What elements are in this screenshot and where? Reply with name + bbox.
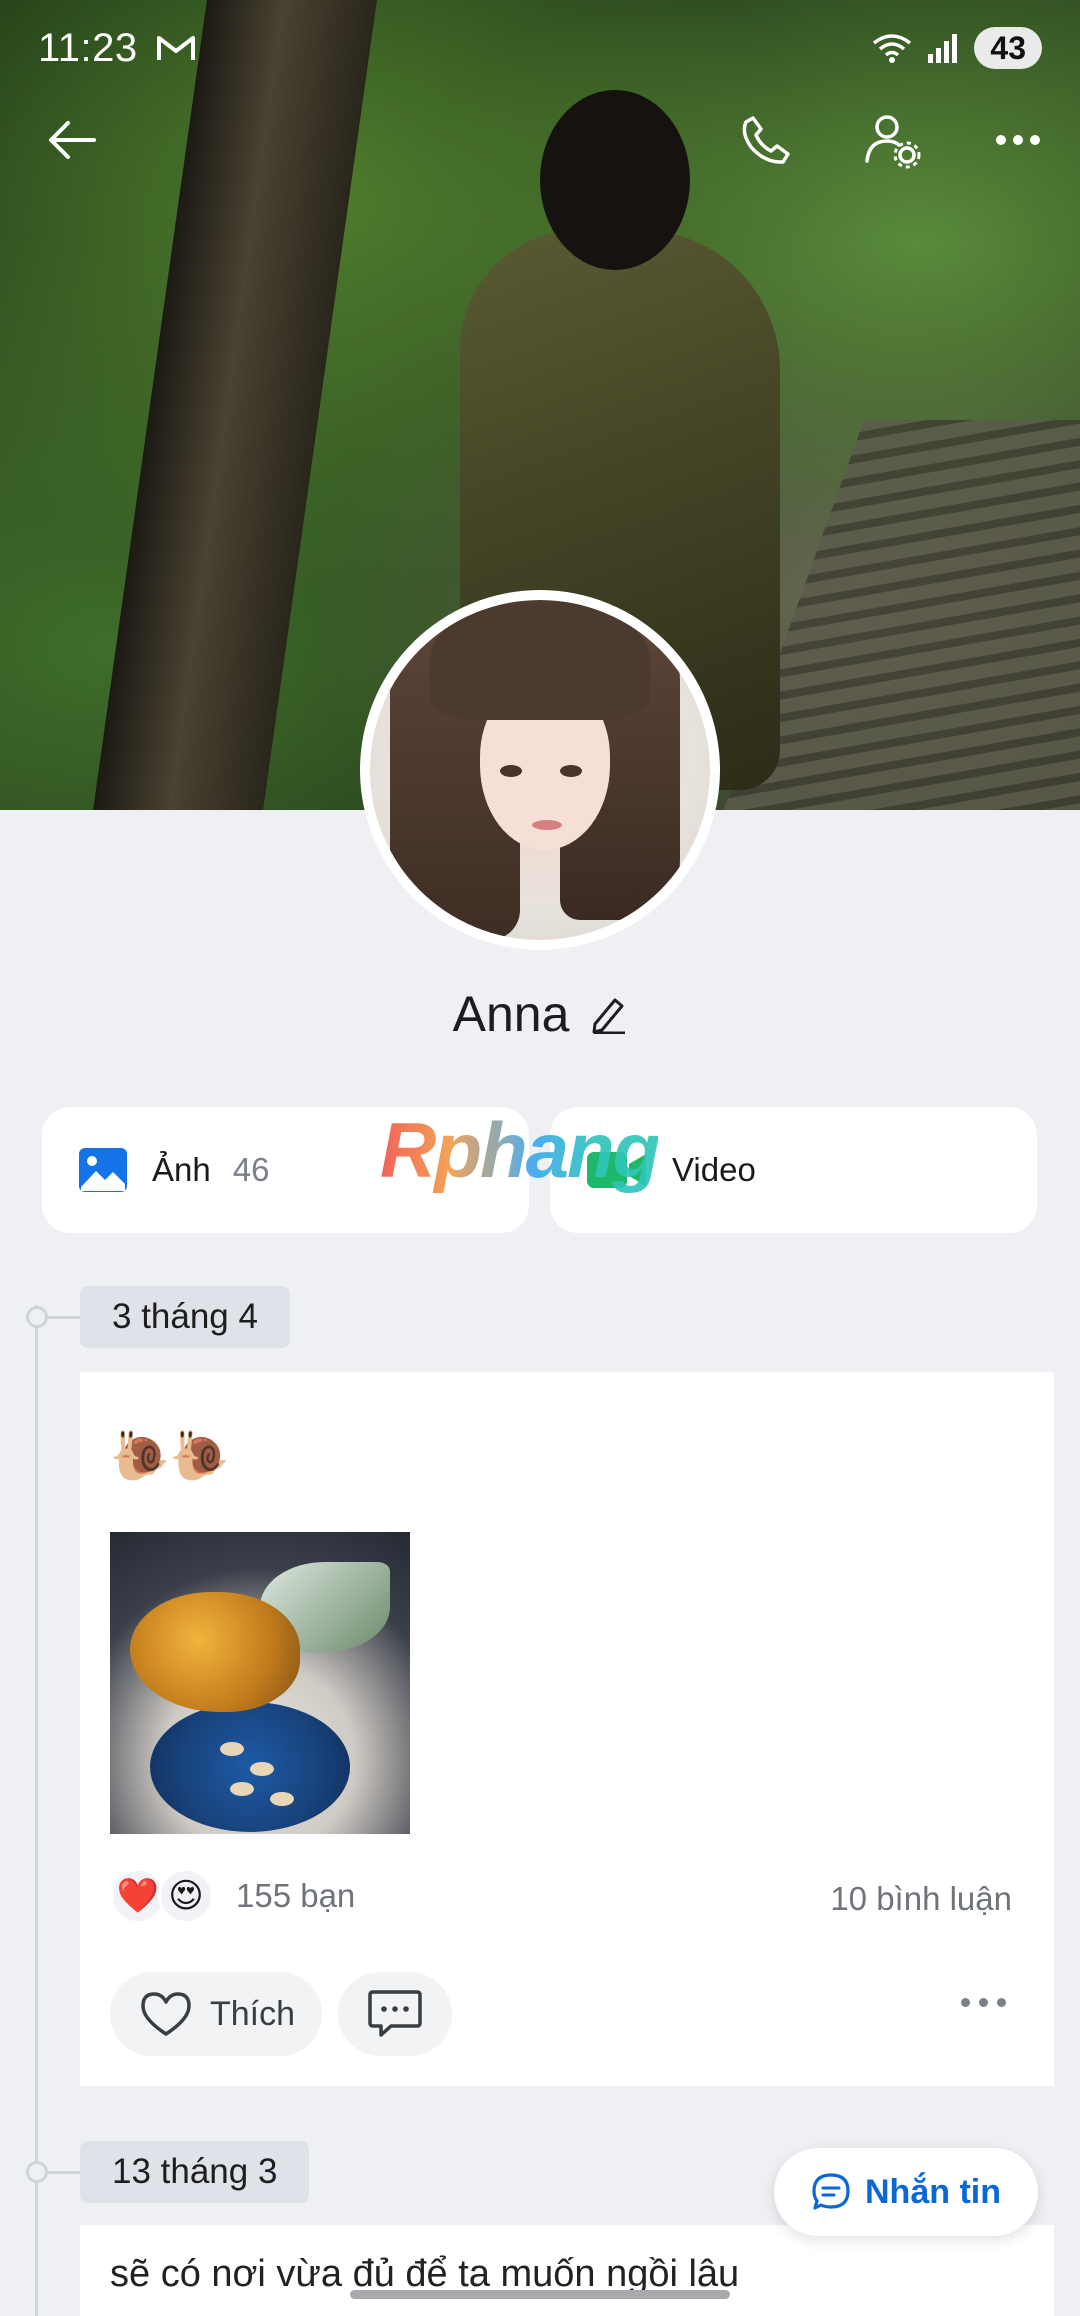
status-bar: 11:23 43 [0,0,1080,96]
comment-button[interactable] [338,1972,452,2056]
videos-label: Video [672,1151,756,1188]
timeline-dot [26,1306,48,1328]
post-date-chip: 3 tháng 4 [80,1286,290,1348]
wifi-icon [873,34,912,63]
more-horizontal-icon [996,135,1040,145]
post-image-pineapple [130,1592,300,1712]
back-button[interactable] [32,100,112,180]
call-button[interactable] [726,100,806,180]
profile-toolbar [0,100,1080,180]
signal-icon [928,34,958,63]
watermark-logo: Rphang [380,1106,660,1194]
status-time: 11:23 [38,25,138,70]
photo-icon [79,1148,127,1192]
dot [961,1998,970,2007]
timeline-connector [48,2171,80,2174]
edit-pencil-icon[interactable] [591,994,627,1034]
status-indicators: 43 [872,27,1042,69]
dot [979,1998,988,2007]
avatar[interactable] [360,590,720,950]
timeline-connector [48,1316,80,1319]
photos-label: Ảnh [152,1151,211,1188]
timeline-post[interactable]: 🐌🐌 ❤️ 😍 155 bạn 10 bình luận Thích [80,1372,1054,2086]
battery-indicator: 43 [974,27,1042,69]
timeline-post[interactable]: sẽ có nơi vừa đủ để ta muốn ngồi lâu [80,2225,1054,2316]
heart-eyes-reaction-icon: 😍 [158,1868,214,1924]
post-image-cashew [220,1742,244,1756]
likes-count: 155 bạn [236,1877,356,1914]
heart-icon [141,1992,191,2036]
like-button[interactable]: Thích [110,1972,322,2056]
avatar-eye-right [560,765,582,777]
post-date-chip: 13 tháng 3 [80,2141,310,2203]
avatar-eye-left [500,765,522,777]
dot [997,1998,1006,2007]
comments-count[interactable]: 10 bình luận [830,1880,1012,1918]
more-options-button[interactable] [978,100,1058,180]
profile-name-row: Anna [0,985,1080,1043]
post-image-cashew [230,1782,254,1796]
post-text: 🐌🐌 [110,1430,230,1483]
send-message-button[interactable]: Nhắn tin [774,2148,1038,2236]
send-message-label: Nhắn tin [865,2172,1001,2211]
avatar-hair-top [430,600,650,720]
comment-icon [368,1990,422,2037]
photos-count: 46 [232,1151,270,1188]
profile-settings-button[interactable] [852,100,932,180]
post-more-button[interactable] [961,1998,1006,2007]
phone-icon [742,116,790,164]
like-label: Thích [210,1994,296,2033]
post-image[interactable] [110,1532,410,1834]
chat-bubble-icon [812,2173,850,2210]
avatar-image [370,600,710,940]
profile-name: Anna [452,986,570,1042]
gmail-icon [156,36,195,60]
back-arrow-icon [49,121,96,159]
post-image-cashew [250,1762,274,1776]
post-image-cashew [270,1792,294,1806]
avatar-lips [532,820,562,830]
home-indicator[interactable] [350,2290,730,2299]
timeline-dot [26,2161,48,2183]
user-settings-icon [865,115,921,169]
reaction-summary[interactable]: ❤️ 😍 155 bạn [110,1868,355,1924]
